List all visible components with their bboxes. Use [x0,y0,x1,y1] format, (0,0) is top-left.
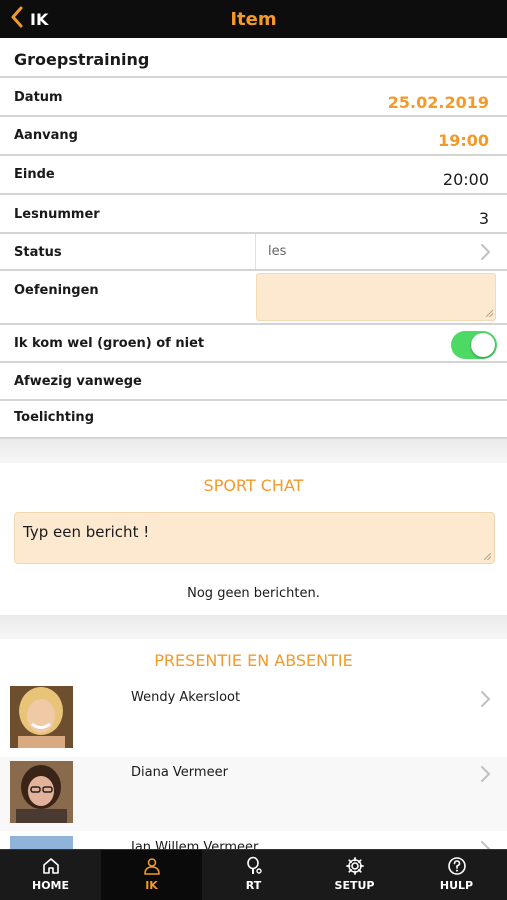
toggle-knob [471,333,495,357]
chevron-right-icon [479,243,491,261]
datum-value[interactable]: 25.02.2019 [388,93,489,112]
tab-hulp[interactable]: HULP [406,850,507,900]
toelichting-label: Toelichting [14,410,94,425]
tab-ik[interactable]: IK [101,850,202,900]
list-item[interactable]: Diana Vermeer [0,757,507,831]
list-item[interactable]: Wendy Akersloot [0,682,507,756]
chat-section-title: SPORT CHAT [203,476,304,495]
page-title: Item [230,9,277,30]
afwezig-label: Afwezig vanwege [14,374,142,389]
help-icon [447,856,467,876]
avatar [10,761,73,823]
avatar [10,686,73,748]
resize-grip-icon [486,310,493,317]
tab-label: IK [145,879,158,892]
person-name: Diana Vermeer [131,765,228,780]
einde-row[interactable]: Einde 20:00 [0,156,507,195]
tab-home[interactable]: HOME [0,850,101,900]
lesnummer-value[interactable]: 3 [479,209,489,228]
oefeningen-row: Oefeningen [0,271,507,325]
status-value[interactable]: les [268,244,286,259]
item-title-row: Groepstraining [0,38,507,78]
tab-label: HOME [31,879,70,892]
section-separator [0,615,507,639]
chat-message-input[interactable]: Typ een bericht ! [14,512,495,564]
tab-label: SETUP [334,879,375,892]
attendance-section-title: PRESENTIE EN ABSENTIE [154,651,353,670]
racket-icon [244,856,264,876]
gear-icon [345,856,365,876]
chat-empty-text: Nog geen berichten. [187,586,320,601]
status-row[interactable]: Status les [0,234,507,271]
chevron-right-icon [479,690,491,708]
item-title: Groepstraining [14,50,150,69]
aanvang-value[interactable]: 19:00 [438,131,489,150]
home-icon [41,856,61,876]
person-name: Wendy Akersloot [131,690,241,705]
divider [255,234,256,269]
chat-placeholder: Typ een bericht ! [23,523,150,541]
toelichting-row[interactable]: Toelichting [0,401,507,439]
attendance-toggle[interactable] [451,331,497,359]
einde-label: Einde [14,167,55,182]
oefeningen-textarea[interactable] [256,273,496,321]
section-separator [0,439,507,463]
tab-setup[interactable]: SETUP [304,850,405,900]
tab-label: RT [245,879,262,892]
attendance-toggle-row: Ik kom wel (groen) of niet [0,325,507,363]
aanvang-row[interactable]: Aanvang 19:00 [0,117,507,156]
datum-label: Datum [14,90,63,105]
oefeningen-label: Oefeningen [14,283,99,298]
person-icon [142,856,162,876]
resize-grip-icon [484,553,491,560]
nav-bar: IK Item [0,0,507,38]
tab-label: HULP [439,879,474,892]
tab-rt[interactable]: RT [203,850,304,900]
lesnummer-label: Lesnummer [14,207,100,222]
aanvang-label: Aanvang [14,128,78,143]
status-label: Status [14,245,62,260]
afwezig-row[interactable]: Afwezig vanwege [0,363,507,401]
lesnummer-row[interactable]: Lesnummer 3 [0,195,507,234]
einde-value[interactable]: 20:00 [443,170,489,189]
attendance-toggle-label: Ik kom wel (groen) of niet [14,336,205,351]
chevron-right-icon [479,765,491,783]
tab-bar: HOME IK RT SETUP HULP [0,849,507,900]
datum-row[interactable]: Datum 25.02.2019 [0,78,507,117]
